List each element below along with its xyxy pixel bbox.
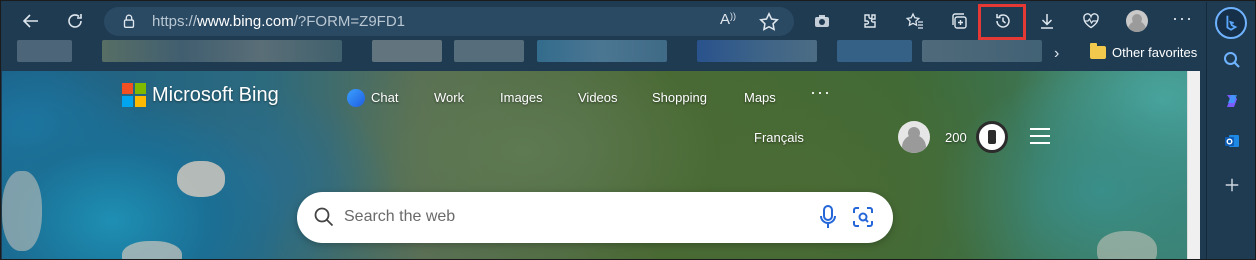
favorite-item[interactable] — [17, 40, 72, 62]
nav-images[interactable]: Images — [500, 90, 543, 105]
favorite-item[interactable] — [454, 40, 524, 62]
rewards-medal-icon[interactable] — [976, 121, 1008, 153]
user-avatar[interactable] — [898, 121, 930, 153]
read-aloud-button[interactable]: A)) — [720, 11, 742, 33]
favorite-item[interactable] — [837, 40, 912, 62]
browser-toolbar: https://www.bing.com/?FORM=Z9FD1 A)) ··· — [2, 2, 1206, 40]
camera-button[interactable] — [807, 7, 837, 35]
favorites-icon — [905, 12, 923, 29]
favorites-button[interactable] — [900, 7, 930, 35]
microphone-icon[interactable] — [817, 204, 839, 230]
url-prefix: https:// — [152, 13, 198, 30]
browser-window: https://www.bing.com/?FORM=Z9FD1 A)) ··· — [0, 0, 1256, 260]
microsoft-logo-icon[interactable] — [122, 83, 146, 107]
url-host: www.bing.com — [197, 13, 294, 30]
extensions-icon — [864, 14, 876, 28]
nav-chat[interactable]: Chat — [371, 90, 398, 105]
other-favorites-link[interactable]: Other favorites — [1112, 45, 1197, 60]
background-image — [1097, 231, 1157, 259]
url-path: /?FORM=Z9FD1 — [293, 13, 406, 30]
favorite-item[interactable] — [697, 40, 817, 62]
copilot-icon[interactable] — [1219, 88, 1245, 114]
history-highlight-box — [978, 4, 1026, 40]
page-scrollbar[interactable] — [1187, 71, 1200, 259]
edge-sidebar — [1206, 2, 1255, 259]
add-icon[interactable] — [1219, 172, 1245, 198]
downloads-icon — [1041, 14, 1053, 29]
favorite-star-icon[interactable] — [758, 11, 780, 33]
favorites-overflow-icon[interactable]: › — [1054, 45, 1059, 63]
nav-shopping[interactable]: Shopping — [652, 90, 707, 105]
nav-more-icon[interactable]: ··· — [810, 82, 831, 103]
more-icon[interactable]: ··· — [1172, 8, 1193, 29]
chat-icon[interactable] — [347, 89, 365, 107]
language-link[interactable]: Français — [754, 130, 804, 145]
back-button[interactable] — [16, 7, 46, 35]
extensions-button[interactable] — [854, 7, 884, 35]
favorite-item[interactable] — [372, 40, 442, 62]
background-image — [2, 171, 42, 251]
nav-maps[interactable]: Maps — [744, 90, 776, 105]
bing-brand[interactable]: Microsoft Bing — [152, 84, 279, 107]
lock-icon[interactable] — [120, 12, 138, 30]
rewards-points[interactable]: 200 — [945, 130, 967, 145]
downloads-button[interactable] — [1032, 7, 1062, 35]
browser-essentials-button[interactable] — [1076, 7, 1106, 35]
background-image — [122, 241, 182, 259]
background-image — [177, 161, 225, 197]
profile-icon[interactable] — [1126, 10, 1148, 32]
address-bar[interactable]: https://www.bing.com/?FORM=Z9FD1 A)) — [104, 7, 794, 36]
url-text[interactable]: https://www.bing.com/?FORM=Z9FD1 — [152, 13, 405, 30]
collections-icon — [952, 13, 967, 29]
search-box[interactable]: Search the web — [297, 192, 893, 243]
refresh-button[interactable] — [60, 7, 90, 35]
favorite-item[interactable] — [102, 40, 342, 62]
back-icon — [22, 14, 38, 28]
search-icon — [314, 207, 334, 227]
favorite-item[interactable] — [922, 40, 1042, 62]
health-icon — [1083, 13, 1099, 29]
nav-work[interactable]: Work — [434, 90, 464, 105]
favorites-bar: › Other favorites — [2, 40, 1206, 70]
collections-button[interactable] — [944, 7, 974, 35]
folder-icon — [1090, 43, 1106, 59]
bing-copilot-icon[interactable] — [1215, 7, 1247, 39]
hamburger-menu-icon[interactable] — [1030, 128, 1050, 144]
favorite-item[interactable] — [537, 40, 667, 62]
nav-videos[interactable]: Videos — [578, 90, 618, 105]
visual-search-icon[interactable] — [851, 205, 875, 229]
outlook-icon[interactable] — [1219, 128, 1245, 154]
camera-icon — [815, 15, 829, 27]
bing-homepage: Microsoft Bing Chat Work Images Videos S… — [2, 71, 1200, 259]
refresh-icon — [68, 14, 82, 28]
search-input[interactable]: Search the web — [344, 208, 455, 226]
read-aloud-icon: A — [720, 11, 731, 28]
search-icon[interactable] — [1219, 47, 1245, 73]
